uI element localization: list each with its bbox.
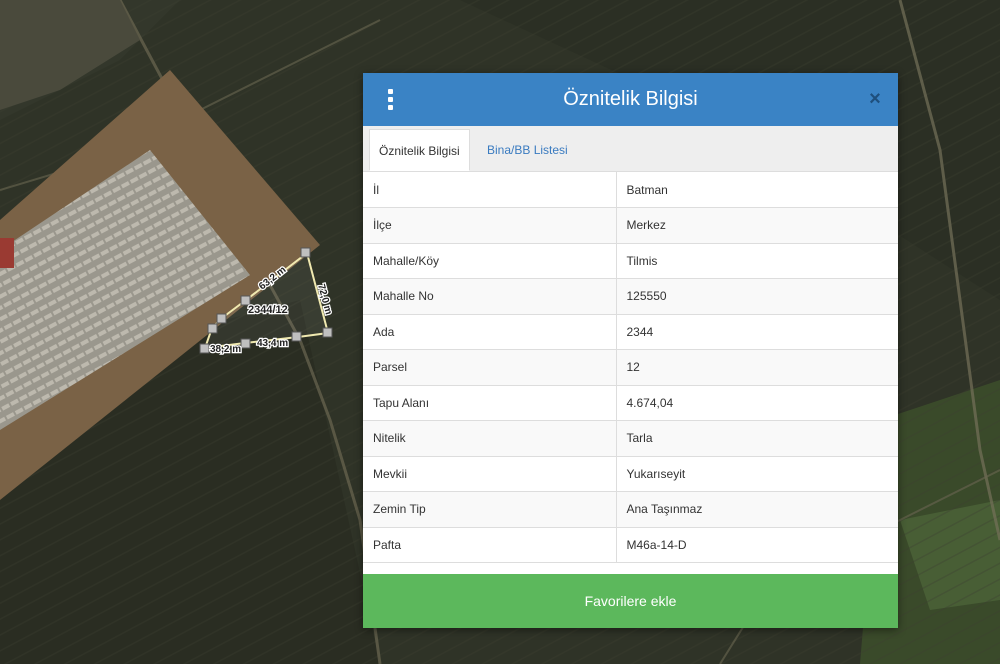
table-row: Ada 2344 [363, 314, 898, 350]
table-row: Zemin Tip Ana Taşınmaz [363, 491, 898, 528]
tab-bar: Öznitelik Bilgisi Bina/BB Listesi [363, 126, 898, 172]
attribute-key: İl [363, 172, 616, 208]
tab-building-list[interactable]: Bina/BB Listesi [478, 129, 577, 171]
attribute-value: 125550 [615, 278, 898, 315]
table-row: İl Batman [363, 172, 898, 208]
tab-attribute-info[interactable]: Öznitelik Bilgisi [369, 129, 470, 171]
table-row: İlçe Merkez [363, 207, 898, 244]
table-row: Tapu Alanı 4.674,04 [363, 385, 898, 421]
attribute-key: Ada [363, 314, 616, 350]
attribute-value: 12 [615, 349, 898, 386]
add-to-favorites-button[interactable]: Favorilere ekle [363, 574, 898, 628]
attribute-key: Pafta [363, 527, 616, 563]
attribute-value: Tilmis [615, 243, 898, 279]
attribute-value: Merkez [615, 207, 898, 244]
attribute-key: Zemin Tip [363, 491, 616, 528]
attribute-key: Mevkii [363, 456, 616, 492]
attribute-value: Ana Taşınmaz [615, 491, 898, 528]
attribute-value: Yukarıseyit [615, 456, 898, 492]
attribute-key: Mahalle/Köy [363, 243, 616, 279]
attribute-table: İl Batman İlçe Merkez Mahalle/Köy Tilmis Ma… [363, 172, 898, 563]
attribute-key: Tapu Alanı [363, 385, 616, 421]
table-row: Mahalle/Köy Tilmis [363, 243, 898, 279]
attribute-key: Parsel [363, 349, 616, 386]
table-row: Parsel 12 [363, 349, 898, 386]
dialog-header: Öznitelik Bilgisi × [363, 73, 898, 126]
table-row: Mevkii Yukarıseyit [363, 456, 898, 492]
attribute-value: Tarla [615, 420, 898, 457]
attribute-value: 4.674,04 [615, 385, 898, 421]
attribute-info-dialog: Öznitelik Bilgisi × Öznitelik Bilgisi Bi… [363, 73, 898, 628]
attribute-key: Nitelik [363, 420, 616, 457]
close-icon[interactable]: × [864, 87, 886, 111]
attribute-value: Batman [615, 172, 898, 208]
parcel-number-label: 2344/12 [248, 304, 288, 316]
dialog-title: Öznitelik Bilgisi [563, 88, 698, 110]
attribute-value: 2344 [615, 314, 898, 350]
attribute-value: M46a-14-D [615, 527, 898, 563]
table-row: Pafta M46a-14-D [363, 527, 898, 563]
edge-length-label: 43,4 m [257, 338, 288, 349]
table-row: Nitelik Tarla [363, 420, 898, 457]
edge-length-label: 38,2 m [210, 344, 241, 355]
attribute-key: Mahalle No [363, 278, 616, 315]
table-row: Mahalle No 125550 [363, 278, 898, 315]
attribute-key: İlçe [363, 207, 616, 244]
